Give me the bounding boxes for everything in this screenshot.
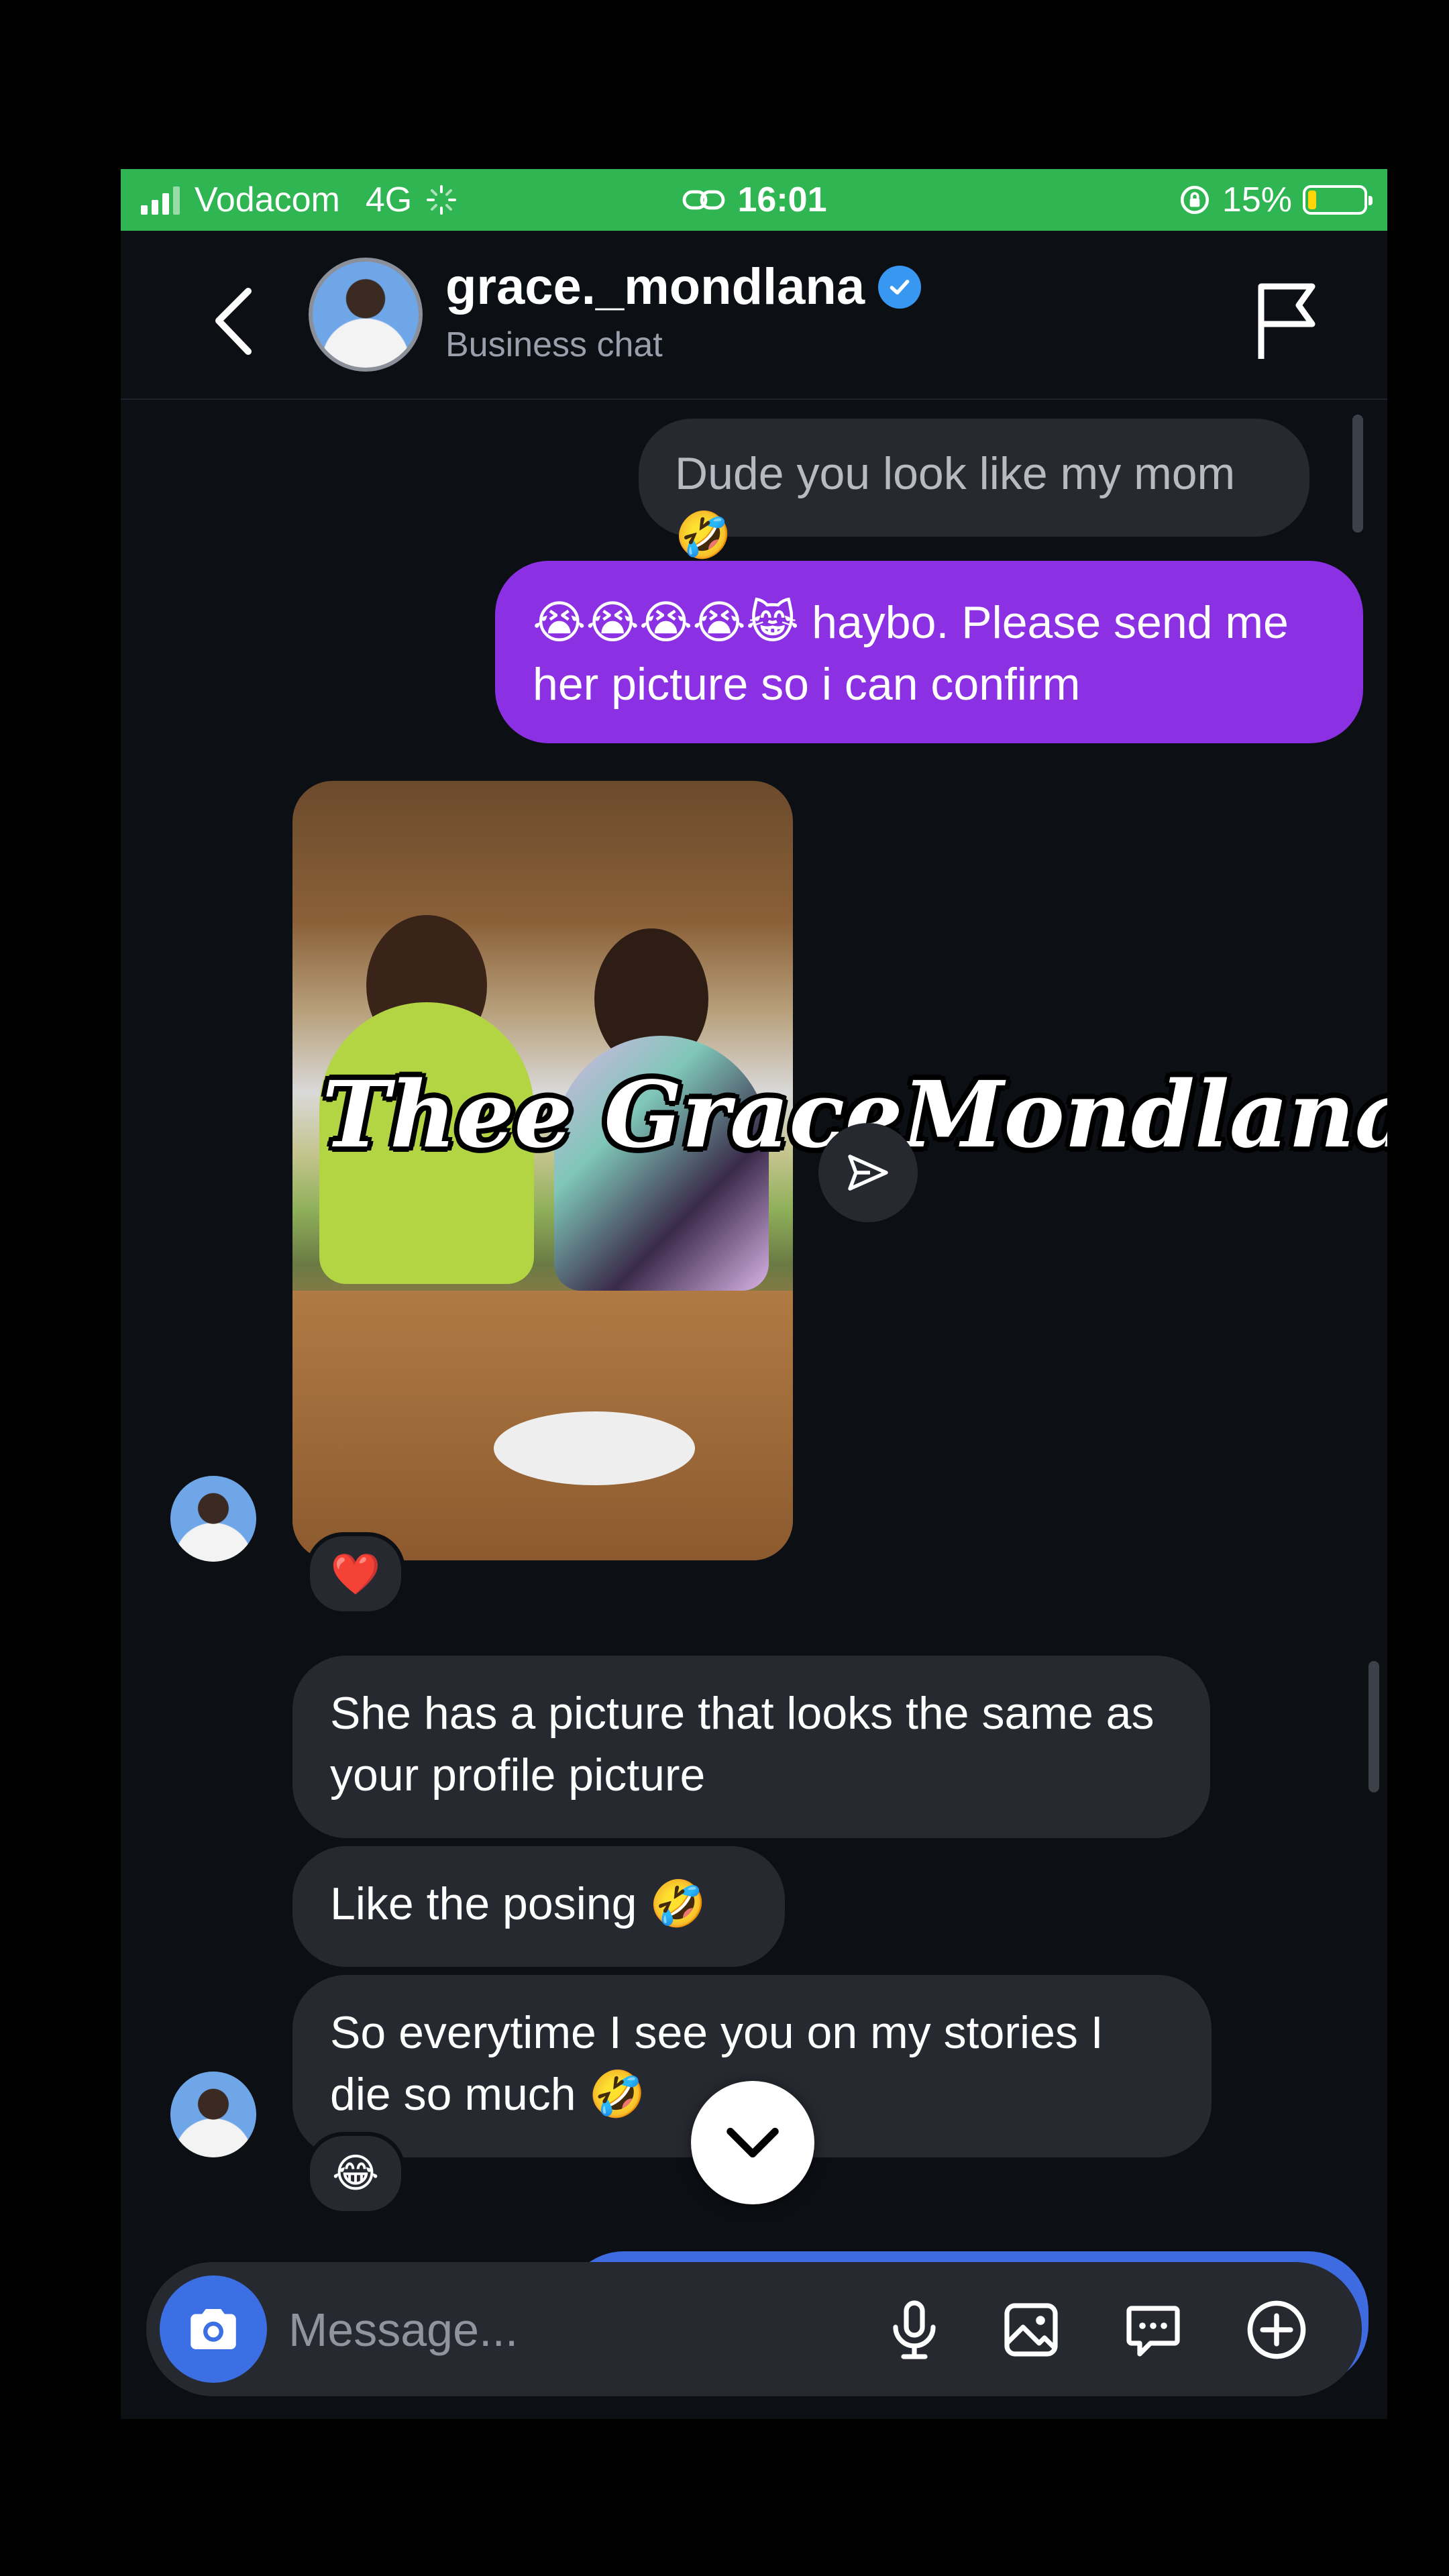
- battery-level: [1308, 191, 1316, 209]
- chat-subtitle: Business chat: [445, 325, 663, 364]
- sticker-button[interactable]: [1116, 2293, 1190, 2367]
- hotspot-link-icon: [682, 190, 724, 210]
- message-bubble-incoming[interactable]: Like the posing 🤣: [292, 1846, 785, 1967]
- back-icon[interactable]: [208, 284, 262, 358]
- message-text: Like the posing 🤣: [330, 1878, 706, 1929]
- scrollbar-top[interactable]: [1352, 415, 1363, 533]
- signal-icon: [141, 185, 180, 215]
- mic-icon: [893, 2300, 936, 2359]
- profile-link[interactable]: grace._mondlana: [445, 258, 922, 316]
- message-bubble-outgoing[interactable]: 😭😭😭😭😹 haybo. Please send me her picture …: [495, 561, 1363, 743]
- chat-header: grace._mondlana Business chat: [121, 231, 1387, 400]
- rotation-lock-icon: [1180, 185, 1209, 215]
- status-bar: Vodacom 4G 16:01 15%: [121, 169, 1387, 231]
- chat-screen: Vodacom 4G 16:01 15% grace._mondlana Bus…: [121, 169, 1387, 2419]
- camera-icon: [191, 2309, 236, 2349]
- plus-icon: [1247, 2300, 1306, 2359]
- scroll-to-bottom-button[interactable]: [691, 2081, 814, 2204]
- message-composer: [146, 2262, 1362, 2396]
- reaction-badge[interactable]: 😂: [306, 2132, 405, 2215]
- chevron-down-icon: [727, 2127, 779, 2158]
- battery-percent: 15%: [1222, 180, 1292, 219]
- message-text: Dude you look like my mom🤣: [675, 448, 1236, 561]
- message-bubble-incoming[interactable]: She has a picture that looks the same as…: [292, 1656, 1210, 1838]
- carrier-label: Vodacom: [195, 180, 340, 219]
- shared-photo[interactable]: [292, 781, 793, 1560]
- loading-icon: [427, 185, 457, 215]
- username: grace._mondlana: [445, 258, 865, 315]
- scrollbar-thumb[interactable]: [1368, 1661, 1379, 1792]
- camera-button[interactable]: [160, 2275, 267, 2383]
- share-icon: [848, 1155, 888, 1191]
- message-input[interactable]: [287, 2289, 826, 2371]
- sticker-icon: [1126, 2306, 1180, 2357]
- share-button[interactable]: [818, 1123, 918, 1222]
- sender-avatar[interactable]: [170, 2072, 256, 2157]
- avatar[interactable]: [309, 258, 423, 372]
- message-text: She has a picture that looks the same as…: [330, 1688, 1155, 1801]
- verified-icon: [878, 265, 922, 309]
- gallery-icon: [1004, 2303, 1058, 2357]
- more-button[interactable]: [1240, 2293, 1313, 2367]
- clock: 16:01: [737, 180, 827, 219]
- message-text: 😭😭😭😭😹 haybo. Please send me her picture …: [533, 597, 1289, 710]
- mic-button[interactable]: [877, 2293, 951, 2367]
- battery-icon: [1303, 185, 1373, 215]
- reaction-badge[interactable]: ❤️: [306, 1532, 405, 1615]
- flag-icon[interactable]: [1253, 281, 1320, 362]
- message-bubble-incoming[interactable]: Dude you look like my mom🤣: [639, 419, 1309, 561]
- reaction-emoji: ❤️: [330, 1551, 381, 1597]
- network-label: 4G: [365, 180, 413, 219]
- reaction-emoji: 😂: [331, 2151, 380, 2196]
- sender-avatar[interactable]: [170, 1476, 256, 1562]
- gallery-button[interactable]: [994, 2293, 1068, 2367]
